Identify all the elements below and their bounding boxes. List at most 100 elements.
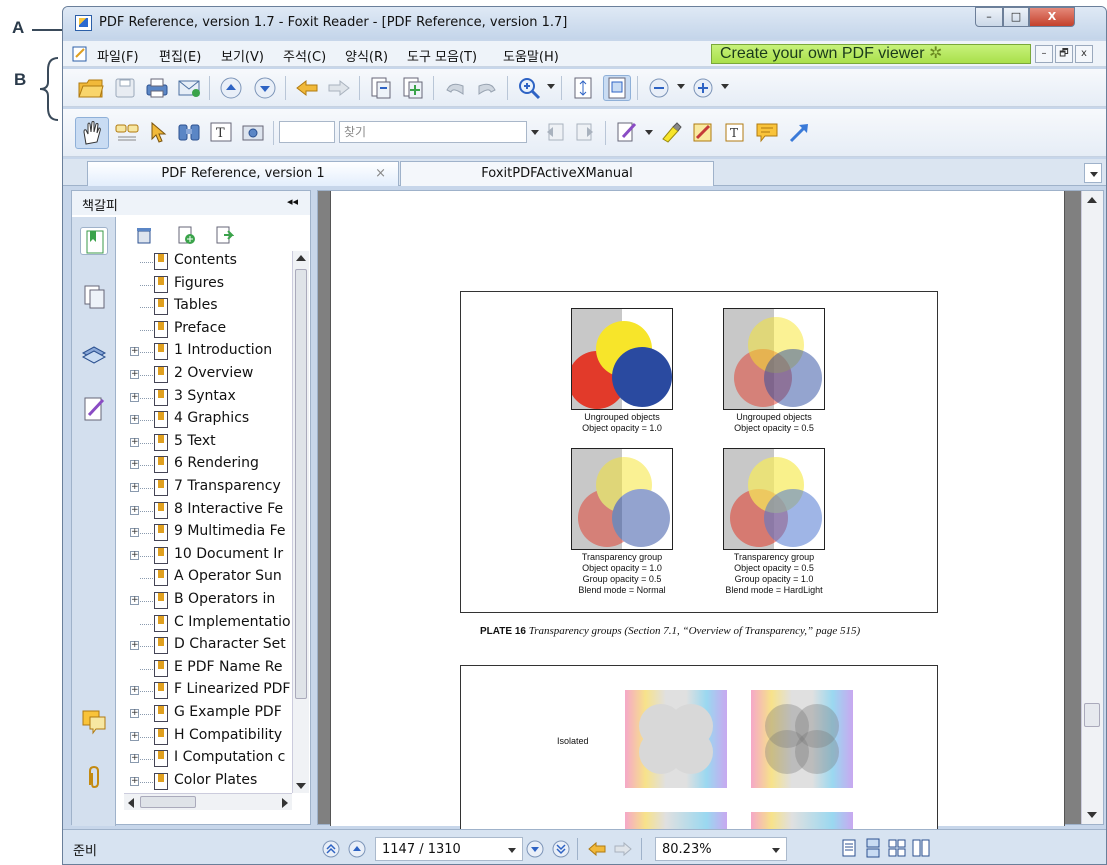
back-button[interactable] bbox=[293, 75, 321, 101]
text-box-button[interactable]: T bbox=[721, 119, 749, 145]
bookmark-item[interactable]: + H Compatibility bbox=[124, 726, 292, 748]
minimize-button[interactable]: – bbox=[975, 7, 1003, 27]
menu-comments[interactable]: 주석(C) bbox=[283, 46, 326, 65]
menu-edit[interactable]: 편집(E) bbox=[159, 46, 201, 65]
close-button[interactable]: X bbox=[1029, 7, 1075, 27]
first-page-button[interactable] bbox=[321, 839, 341, 863]
expand-icon[interactable]: + bbox=[130, 505, 139, 515]
document-view[interactable]: Ungrouped objects Object opacity = 1.0 Un… bbox=[317, 190, 1104, 835]
scroll-right-icon[interactable] bbox=[282, 798, 288, 808]
layers-tab[interactable] bbox=[80, 339, 108, 367]
mdi-restore-button[interactable]: 🗗 bbox=[1055, 45, 1073, 63]
attachments-tab[interactable] bbox=[80, 763, 108, 791]
find-previous-button[interactable] bbox=[541, 119, 569, 145]
scroll-up-icon[interactable] bbox=[1087, 197, 1097, 203]
bookmark-item[interactable]: E PDF Name Re bbox=[124, 658, 292, 680]
hand-tool-button[interactable] bbox=[75, 117, 109, 149]
find-input[interactable]: 찾기 bbox=[339, 121, 527, 143]
bookmark-item[interactable]: + D Character Set bbox=[124, 635, 292, 657]
bookmark-item[interactable]: +10 Document Ir bbox=[124, 545, 292, 567]
bookmark-item[interactable]: C Implementatio bbox=[124, 613, 292, 635]
bookmark-item[interactable]: + G Example PDF bbox=[124, 703, 292, 725]
scroll-down-icon[interactable] bbox=[296, 783, 306, 789]
scroll-left-icon[interactable] bbox=[128, 798, 134, 808]
tab-close-icon[interactable]: × bbox=[375, 162, 386, 185]
maximize-button[interactable]: □ bbox=[1003, 7, 1029, 27]
document-menu-icon[interactable] bbox=[71, 45, 89, 63]
typewriter-dropdown[interactable] bbox=[645, 130, 653, 135]
zoom-in-dropdown[interactable] bbox=[721, 84, 729, 89]
expand-icon[interactable]: + bbox=[130, 709, 139, 718]
create-pdf-viewer-banner[interactable]: Create your own PDF viewer ✲ bbox=[711, 44, 1031, 64]
bookmark-item[interactable]: + B Operators in bbox=[124, 590, 292, 612]
previous-page-status-button[interactable] bbox=[347, 839, 367, 863]
text-viewer-button[interactable]: T bbox=[207, 119, 235, 145]
expand-icon[interactable]: + bbox=[130, 392, 139, 402]
expand-icon[interactable]: + bbox=[130, 686, 139, 696]
scroll-up-icon[interactable] bbox=[296, 255, 306, 261]
highlight-button[interactable] bbox=[657, 119, 685, 145]
bookmark-item[interactable]: +2 Overview bbox=[124, 364, 292, 386]
title-bar[interactable]: PDF Reference, version 1.7 - Foxit Reade… bbox=[63, 7, 1106, 39]
bookmark-item[interactable]: + I Computation c bbox=[124, 748, 292, 770]
bookmark-horizontal-scrollbar[interactable] bbox=[124, 793, 292, 810]
bookmark-item[interactable]: +6 Rendering bbox=[124, 454, 292, 476]
find-next-button[interactable] bbox=[571, 119, 599, 145]
expand-icon[interactable]: + bbox=[130, 731, 139, 741]
insert-pages-button[interactable] bbox=[399, 75, 427, 101]
bookmark-item[interactable]: +7 Transparency bbox=[124, 477, 292, 499]
expand-icon[interactable]: + bbox=[130, 776, 139, 786]
document-vertical-scrollbar[interactable] bbox=[1081, 191, 1103, 824]
find-field-left[interactable] bbox=[279, 121, 335, 143]
last-page-button[interactable] bbox=[551, 839, 571, 863]
bookmark-item[interactable]: + F Linearized PDF bbox=[124, 680, 292, 702]
note-button[interactable] bbox=[753, 119, 781, 145]
bookmarks-tab[interactable] bbox=[80, 227, 108, 255]
single-page-view-button[interactable] bbox=[839, 838, 859, 862]
scroll-thumb[interactable] bbox=[295, 269, 307, 699]
zoom-tool-dropdown[interactable] bbox=[547, 84, 555, 89]
menu-help[interactable]: 도움말(H) bbox=[503, 46, 559, 65]
pages-tab[interactable] bbox=[80, 283, 108, 311]
expand-icon[interactable]: + bbox=[130, 596, 139, 605]
fit-page-button[interactable] bbox=[569, 75, 597, 101]
scroll-thumb[interactable] bbox=[1084, 703, 1100, 727]
bookmark-item[interactable]: Preface bbox=[124, 319, 292, 341]
comments-tab[interactable] bbox=[80, 707, 108, 735]
zoom-level-dropdown[interactable] bbox=[772, 848, 780, 853]
bookmark-item[interactable]: + Color Plates bbox=[124, 771, 292, 793]
menu-file[interactable]: 파일(F) bbox=[97, 46, 139, 65]
tab-list-dropdown[interactable] bbox=[1084, 163, 1102, 183]
select-annotation-button[interactable] bbox=[145, 119, 173, 145]
page-number-field[interactable]: 1147 / 1310 bbox=[375, 837, 523, 861]
menu-view[interactable]: 보기(V) bbox=[221, 46, 264, 65]
bookmark-item[interactable]: +8 Interactive Fe bbox=[124, 500, 292, 522]
expand-icon[interactable]: + bbox=[130, 754, 139, 764]
expand-icon[interactable]: + bbox=[130, 370, 139, 379]
next-page-button[interactable] bbox=[251, 75, 279, 101]
mdi-close-button[interactable]: x bbox=[1075, 45, 1093, 63]
status-back-button[interactable] bbox=[587, 840, 607, 862]
menu-forms[interactable]: 양식(R) bbox=[345, 46, 388, 65]
expand-icon[interactable]: + bbox=[130, 437, 139, 447]
draw-button[interactable] bbox=[689, 119, 717, 145]
bookmark-item[interactable]: +1 Introduction bbox=[124, 341, 292, 363]
fit-width-button[interactable] bbox=[603, 75, 631, 101]
bookmark-item[interactable]: Tables bbox=[124, 296, 292, 318]
foxit-app-icon[interactable] bbox=[75, 15, 92, 31]
zoom-in-button[interactable] bbox=[689, 75, 717, 101]
bookmark-properties-button[interactable] bbox=[214, 225, 235, 249]
collapse-panel-button[interactable]: ◂◂ bbox=[287, 195, 298, 208]
expand-icon[interactable]: + bbox=[130, 415, 139, 425]
save-button[interactable] bbox=[111, 75, 139, 101]
forward-button[interactable] bbox=[325, 75, 353, 101]
bookmark-item[interactable]: +9 Multimedia Fe bbox=[124, 522, 292, 544]
bookmark-item[interactable]: Figures bbox=[124, 274, 292, 296]
bookmark-item[interactable]: Contents bbox=[124, 251, 292, 273]
expand-icon[interactable]: + bbox=[130, 528, 139, 538]
mdi-minimize-button[interactable]: – bbox=[1035, 45, 1053, 63]
find-tool-button[interactable] bbox=[175, 119, 203, 145]
page-number-dropdown[interactable] bbox=[508, 848, 516, 853]
expand-icon[interactable]: + bbox=[130, 483, 139, 492]
extract-pages-button[interactable] bbox=[367, 75, 395, 101]
